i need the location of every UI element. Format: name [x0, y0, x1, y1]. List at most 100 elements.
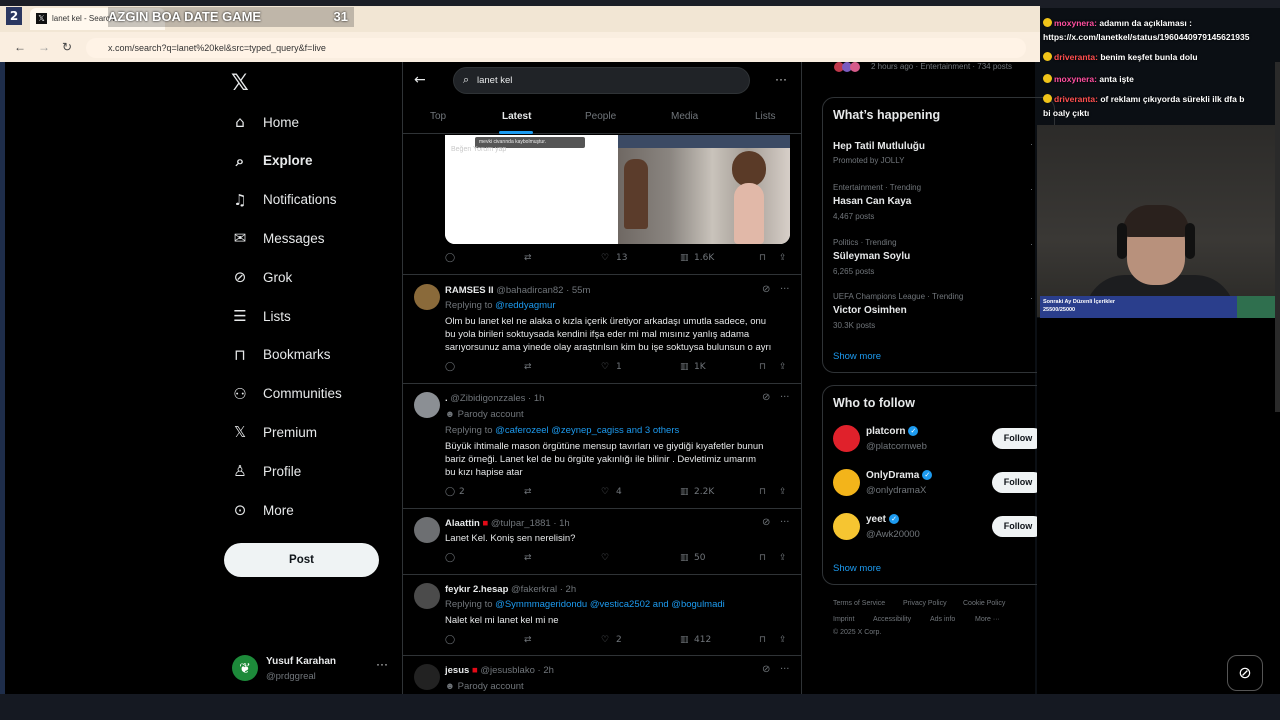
tweet-time[interactable]: · 2h [538, 665, 554, 676]
like-icon[interactable]: ♡ [601, 362, 609, 372]
mention-link[interactable]: @reddyagmur [495, 300, 555, 311]
reply-icon[interactable]: ◯ [445, 635, 455, 645]
avatar[interactable] [833, 469, 860, 496]
trend-name[interactable]: Victor Osimhen [833, 305, 907, 316]
tab-top[interactable]: Top [430, 111, 446, 122]
tweet-author[interactable]: Alaattin [445, 518, 480, 529]
search-input[interactable]: ⌕ lanet kel [453, 67, 750, 94]
grok-icon[interactable]: ⊘ [762, 664, 770, 675]
trend-name[interactable]: Süleyman Soylu [833, 251, 910, 262]
bookmark-icon[interactable]: ⊓ [759, 253, 766, 263]
avatar[interactable] [414, 664, 440, 690]
trend-name[interactable]: Hasan Can Kaya [833, 196, 911, 207]
tweet-author[interactable]: jesus [445, 665, 469, 676]
more-dots-icon[interactable]: ··· [780, 284, 790, 295]
sidebar-item-notifications[interactable]: ♫ Notifications [230, 185, 336, 215]
tweet-handle[interactable]: @jesusblako [480, 665, 535, 676]
follow-suggestion-name[interactable]: OnlyDrama ✓ [866, 470, 933, 481]
tab-people[interactable]: People [585, 111, 616, 122]
reply-icon[interactable]: ◯ [445, 553, 455, 563]
footer-link[interactable]: More ··· [975, 616, 1000, 623]
tab-latest[interactable]: Latest [502, 111, 531, 122]
tweet-handle[interactable]: @Zibidigonzzales [450, 393, 525, 404]
views-icon[interactable]: ▥ [680, 635, 689, 645]
avatar[interactable] [414, 517, 440, 543]
tab-media[interactable]: Media [671, 111, 698, 122]
media-image-left[interactable]: mevki civarında kaybolmuştur. Beğen Yoru… [445, 135, 617, 244]
bookmark-icon[interactable]: ⊓ [759, 553, 766, 563]
like-icon[interactable]: ♡ [601, 253, 609, 263]
more-dots-icon[interactable]: ··· [376, 657, 388, 671]
workspace-indicator[interactable]: 2 [6, 7, 22, 25]
tweet-handle[interactable]: @fakerkral [511, 584, 557, 595]
follow-suggestion-name[interactable]: yeet ✓ [866, 514, 900, 525]
retweet-icon[interactable]: ⇄ [524, 253, 532, 263]
tweet-handle[interactable]: @bahadircan82 [496, 285, 563, 296]
share-icon[interactable]: ⇪ [779, 553, 787, 563]
account-switcher[interactable]: ❦ Yusuf Karahan @prdggreal ··· [232, 655, 392, 685]
reply-icon[interactable]: ◯ [445, 253, 455, 263]
retweet-icon[interactable]: ⇄ [524, 362, 532, 372]
avatar[interactable] [414, 583, 440, 609]
avatar[interactable] [833, 425, 860, 452]
views-icon[interactable]: ▥ [680, 553, 689, 563]
bookmark-icon[interactable]: ⊓ [759, 635, 766, 645]
back-nav-icon[interactable]: ← [14, 40, 26, 54]
like-icon[interactable]: ♡ [601, 635, 609, 645]
more-dots-icon[interactable]: · [1030, 184, 1033, 194]
more-dots-icon[interactable]: · [1030, 139, 1033, 149]
follow-suggestion-name[interactable]: platcorn ✓ [866, 426, 919, 437]
retweet-icon[interactable]: ⇄ [524, 487, 532, 497]
retweet-icon[interactable]: ⇄ [524, 635, 532, 645]
sidebar-item-communities[interactable]: ⚇ Communities [230, 379, 342, 409]
views-icon[interactable]: ▥ [680, 362, 689, 372]
like-icon[interactable]: ♡ [601, 553, 609, 563]
tweet-time[interactable]: · 2h [560, 584, 576, 595]
footer-link[interactable]: Imprint [833, 616, 854, 623]
tweet-author[interactable]: feykır 2.hesap [445, 584, 508, 595]
media-image-right[interactable] [618, 135, 790, 244]
grok-icon[interactable]: ⊘ [762, 517, 770, 528]
grok-float-button[interactable]: ⊘ [1227, 655, 1263, 691]
sidebar-item-profile[interactable]: ♙ Profile [230, 456, 301, 486]
share-icon[interactable]: ⇪ [779, 253, 787, 263]
sidebar-item-bookmarks[interactable]: ⊓ Bookmarks [230, 340, 330, 370]
avatar[interactable] [414, 284, 440, 310]
mention-link[interactable]: @Symmmageridondu @vestica2502 and @bogul… [495, 599, 725, 610]
mention-link[interactable]: @caferozeel @zeynep_cagiss and 3 others [495, 425, 679, 436]
footer-link[interactable]: Terms of Service [833, 600, 885, 607]
more-dots-icon[interactable]: · [1030, 293, 1033, 303]
tweet-handle[interactable]: @tulpar_1881 [491, 518, 551, 529]
reload-icon[interactable]: ↻ [62, 40, 72, 54]
tab-lists[interactable]: Lists [755, 111, 776, 122]
sidebar-item-messages[interactable]: ✉ Messages [230, 223, 325, 253]
share-icon[interactable]: ⇪ [779, 487, 787, 497]
footer-link[interactable]: Cookie Policy [963, 600, 1005, 607]
sidebar-item-home[interactable]: ⌂ Home [230, 107, 299, 137]
avatar[interactable] [833, 513, 860, 540]
bookmark-icon[interactable]: ⊓ [759, 362, 766, 372]
more-dots-icon[interactable]: ··· [780, 517, 790, 528]
trend-name[interactable]: Hep Tatil Mutluluğu [833, 141, 925, 152]
sidebar-item-grok[interactable]: ⊘ Grok [230, 262, 293, 292]
tweet-time[interactable]: · 1h [528, 393, 544, 404]
sidebar-item-explore[interactable]: ⌕ Explore [230, 146, 313, 176]
show-more-link[interactable]: Show more [833, 351, 881, 362]
search-settings-icon[interactable]: ··· [775, 72, 787, 86]
bookmark-icon[interactable]: ⊓ [759, 487, 766, 497]
tweet-author[interactable]: RAMSES II [445, 285, 494, 296]
sidebar-item-more[interactable]: ⊙ More [230, 495, 294, 525]
grok-icon[interactable]: ⊘ [762, 284, 770, 295]
footer-link[interactable]: Ads info [930, 616, 955, 623]
tweet-time[interactable]: · 1h [553, 518, 569, 529]
views-icon[interactable]: ▥ [680, 253, 689, 263]
forward-nav-icon[interactable]: → [38, 40, 50, 54]
avatar[interactable] [414, 392, 440, 418]
more-dots-icon[interactable]: ··· [780, 664, 790, 675]
retweet-icon[interactable]: ⇄ [524, 553, 532, 563]
x-logo-icon[interactable]: 𝕏 [231, 71, 249, 96]
post-button[interactable]: Post [224, 543, 379, 577]
back-arrow-icon[interactable]: ← [414, 72, 426, 88]
share-icon[interactable]: ⇪ [779, 362, 787, 372]
footer-link[interactable]: Privacy Policy [903, 600, 947, 607]
